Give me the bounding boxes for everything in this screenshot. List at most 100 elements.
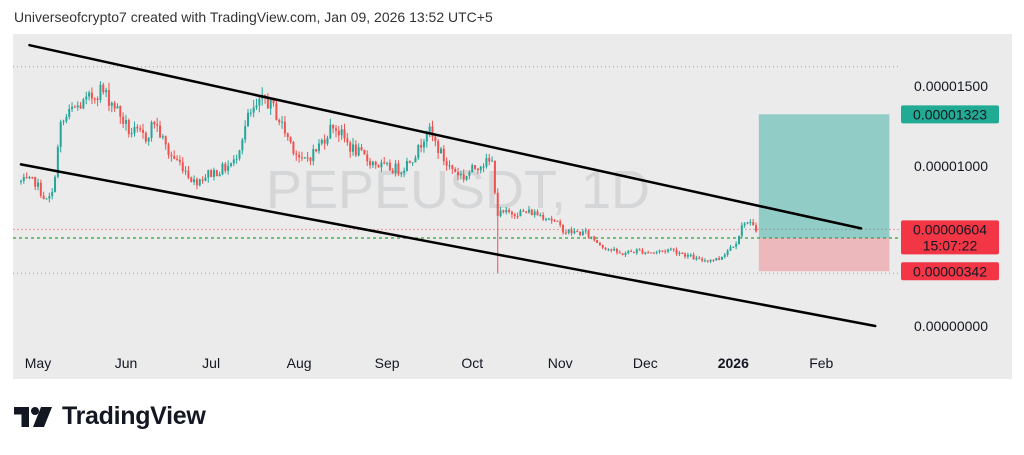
candle-body [479, 166, 482, 171]
candle-body [337, 130, 340, 136]
candle-body [601, 244, 604, 248]
candle-body [712, 259, 715, 261]
candle-body [397, 163, 400, 174]
candle-body [178, 159, 181, 163]
candle-body [386, 162, 389, 164]
candle-body [615, 248, 618, 253]
candle-body [76, 105, 79, 108]
candle-body [755, 225, 758, 232]
candle-body [698, 257, 701, 259]
candle-body [62, 121, 65, 123]
candle-body [587, 230, 590, 237]
candle-body [709, 259, 712, 262]
candle-body [85, 96, 88, 100]
candle-body [190, 177, 193, 183]
x-tick-label: Jun [115, 355, 138, 371]
candle-body [627, 250, 630, 254]
x-tick-label: Aug [287, 355, 312, 371]
candle-body [689, 254, 692, 256]
candle-body [312, 149, 315, 161]
candle-body [181, 162, 184, 172]
candle-body [65, 116, 68, 122]
candle-body [105, 90, 108, 93]
x-tick-label: Jul [202, 355, 220, 371]
candle-body [664, 250, 667, 252]
candle-body [686, 254, 689, 257]
candle-body [366, 154, 369, 162]
candle-body [71, 106, 74, 109]
candle-body [638, 249, 641, 251]
candle-body [584, 230, 587, 232]
candle-body [752, 222, 755, 226]
candle-body [388, 162, 391, 171]
candle-body [632, 251, 635, 253]
candle-body [462, 174, 465, 180]
candle-body [746, 222, 749, 224]
candle-body [383, 162, 386, 164]
candle-body [320, 139, 323, 144]
candle-body [491, 160, 494, 162]
candle-body [221, 163, 224, 175]
candle-body [298, 154, 301, 158]
candle-body [598, 242, 601, 245]
tradingview-logo-icon [14, 406, 52, 427]
candle-body [130, 133, 133, 135]
candle-body [749, 222, 752, 224]
candle-body [82, 99, 85, 109]
candle-body [184, 170, 187, 172]
bar-countdown-text: 15:07:22 [923, 237, 978, 253]
candle-body [295, 153, 298, 155]
y-tick-label: 0.00000000 [914, 318, 988, 334]
candle-body [471, 165, 474, 173]
candle-body [545, 219, 548, 221]
candle-body [247, 112, 250, 127]
candle-body [195, 179, 198, 186]
candle-body [618, 252, 621, 254]
candle-body [493, 160, 496, 193]
candle-body [107, 90, 110, 106]
candle-body [522, 210, 525, 212]
candle-body [692, 254, 695, 260]
target-price-text: 0.00001323 [913, 106, 987, 122]
candle-body [703, 260, 706, 262]
candle-body [150, 122, 153, 138]
candle-body [437, 141, 440, 154]
candle-body [147, 137, 150, 142]
candle-body [51, 191, 54, 197]
y-tick-label: 0.00001500 [914, 78, 988, 94]
candle-body [729, 247, 732, 251]
candle-body [527, 209, 530, 213]
candle-body [513, 214, 516, 217]
candle-body [596, 240, 599, 243]
candle-body [573, 231, 576, 234]
candle-body [346, 138, 349, 143]
price-chart[interactable]: PEPEUSDT, 1D 0.000015000.000010000.00000… [0, 0, 1024, 400]
candle-body [408, 160, 411, 163]
candle-body [635, 249, 638, 253]
candle-body [536, 211, 539, 216]
candle-body [68, 108, 71, 117]
candle-body [289, 137, 292, 142]
candle-body [556, 220, 559, 222]
candle-body [25, 177, 28, 179]
candle-body [278, 120, 281, 123]
candle-body [448, 165, 451, 167]
candle-body [110, 102, 113, 106]
candle-body [630, 250, 633, 252]
candle-body [567, 229, 570, 233]
candle-body [559, 221, 562, 225]
candle-body [54, 176, 57, 192]
candle-body [352, 144, 355, 152]
candle-body [159, 125, 162, 138]
candle-body [519, 210, 522, 217]
candle-body [329, 124, 332, 139]
tradingview-brand[interactable]: TradingView [14, 402, 206, 431]
candle-body [332, 124, 335, 129]
stop-zone[interactable] [758, 238, 890, 272]
candle-body [283, 121, 286, 134]
candle-body [445, 161, 448, 166]
candle-body [502, 210, 505, 213]
candle-body [652, 252, 655, 254]
candle-body [667, 249, 670, 252]
candle-body [684, 253, 687, 257]
